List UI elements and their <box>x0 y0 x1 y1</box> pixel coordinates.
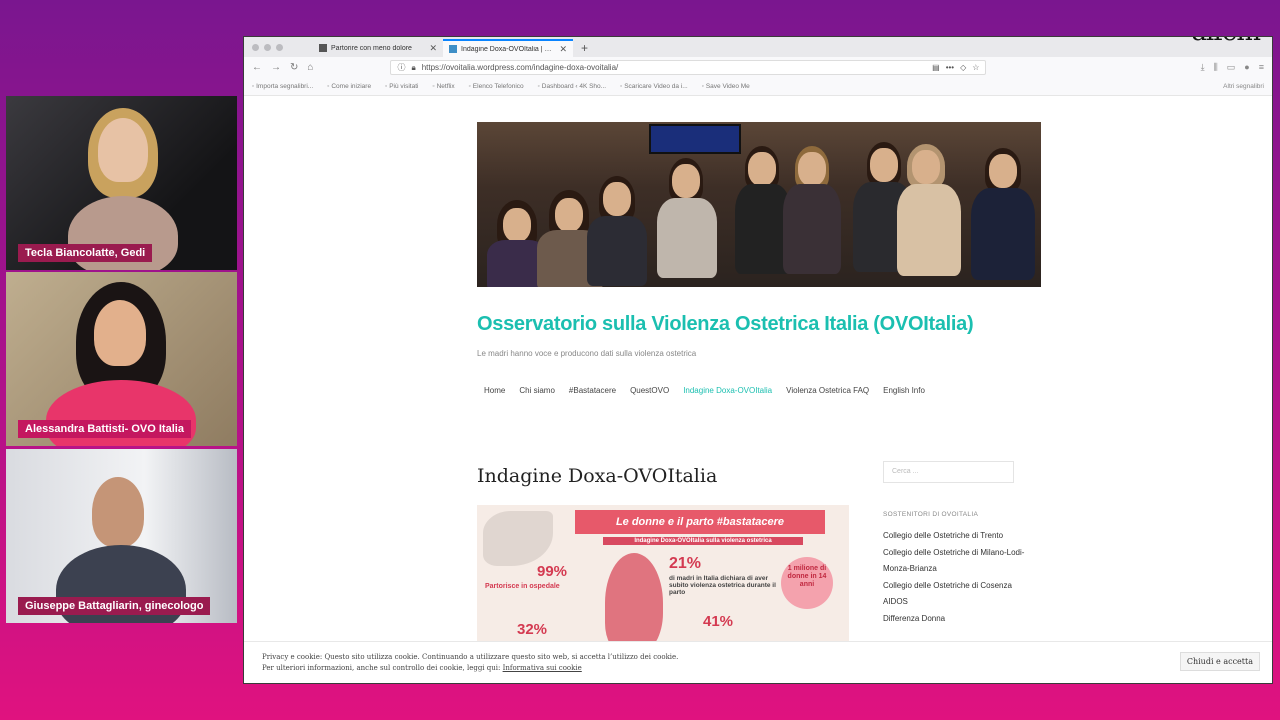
bookmark-item[interactable]: Più visitati <box>385 83 418 90</box>
back-icon[interactable]: ← <box>252 62 262 73</box>
post-title: Indagine Doxa-OVOItalia <box>477 465 718 487</box>
web-page: Osservatorio sulla Violenza Ostetrica It… <box>244 95 1272 683</box>
cookie-policy-link[interactable]: Informativa sui cookie <box>503 664 582 672</box>
tab-bar: Partorire con meno dolore ✕ Indagine Dox… <box>244 37 1272 57</box>
site-tagline: Le madri hanno voce e producono dati sul… <box>477 349 697 358</box>
participant-name-tag: Giuseppe Battagliarin, ginecologo <box>18 597 211 615</box>
page-actions-icon[interactable]: ••• <box>946 63 954 72</box>
supporter-link[interactable]: Collegio delle Ostetriche di Milano-Lodi… <box>883 545 1033 578</box>
sidebar-icon[interactable]: ▭ <box>1227 62 1236 73</box>
bookmarks-bar: Importa segnalibri... Come iniziare Più … <box>244 37 1272 96</box>
video-tile-2: Alessandra Battisti- OVO Italia <box>6 272 237 446</box>
bookmark-item[interactable]: Save Video Me <box>702 83 750 90</box>
toolbar-icons: ⤓ ⫼ ▭ ● ≡ <box>1201 62 1264 73</box>
cookie-line-2: Per ulteriori informazioni, anche sul co… <box>262 663 501 672</box>
tab-indagine[interactable]: Indagine Doxa-OVOItalia | Oss ✕ <box>443 39 573 57</box>
tab-title: Partorire con meno dolore <box>331 44 412 52</box>
menu-item-home[interactable]: Home <box>484 386 505 395</box>
nav-bar: ← → ↻ ⌂ ⓘ 🔒︎ https://ovoitalia.wordpress… <box>244 57 1272 78</box>
stat-41: 41% <box>703 613 734 630</box>
menu-item-faq[interactable]: Violenza Ostetrica FAQ <box>786 386 869 395</box>
stat-99-label: Partorisce in ospedale <box>485 583 560 590</box>
address-bar[interactable]: ⓘ 🔒︎ https://ovoitalia.wordpress.com/ind… <box>390 60 987 75</box>
close-tab-icon[interactable]: ✕ <box>429 43 437 54</box>
tab-partorire[interactable]: Partorire con meno dolore ✕ <box>313 39 443 57</box>
bookmark-item[interactable]: Elenco Telefonico <box>469 83 524 90</box>
main-menu: Home Chi siamo #Bastatacere QuestOVO Ind… <box>484 386 925 395</box>
menu-item-bastatacere[interactable]: #Bastatacere <box>569 386 616 395</box>
library-icon[interactable]: ⫼ <box>1214 62 1218 73</box>
other-bookmarks[interactable]: Altri segnalibri <box>1223 83 1264 90</box>
cookie-banner: Privacy e cookie: Questo sito utilizza c… <box>244 641 1272 683</box>
menu-item-chi-siamo[interactable]: Chi siamo <box>519 386 555 395</box>
reload-icon[interactable]: ↻ <box>290 62 298 73</box>
infographic-subtitle: Indagine Doxa-OVOItalia sulla violenza o… <box>603 537 803 545</box>
supporter-link[interactable]: Differenza Donna <box>883 611 1033 628</box>
pregnant-woman-icon <box>605 553 663 653</box>
supporter-link[interactable]: AIDOS <box>883 594 1033 611</box>
accept-cookies-button[interactable]: Chiudi e accetta <box>1179 652 1260 671</box>
cookie-line-1: Privacy e cookie: Questo sito utilizza c… <box>262 653 679 661</box>
alfem-logo: alfem <box>1192 37 1261 47</box>
wordpress-favicon-icon <box>449 45 457 53</box>
downloads-icon[interactable]: ⤓ <box>1201 62 1205 73</box>
info-icon[interactable]: ⓘ <box>397 62 405 73</box>
stat-21: 21% <box>669 555 702 572</box>
stat-32: 32% <box>517 621 548 638</box>
italy-map-icon <box>483 511 553 566</box>
search-input[interactable]: Cerca ... <box>883 461 1014 483</box>
infographic-banner: Le donne e il parto #bastatacere <box>575 510 825 534</box>
video-tile-3: Giuseppe Battagliarin, ginecologo <box>6 449 237 623</box>
cookie-text: Privacy e cookie: Questo sito utilizza c… <box>262 652 678 673</box>
header-image <box>477 122 1041 287</box>
forward-icon[interactable]: → <box>271 62 281 73</box>
video-tile-1: Tecla Biancolatte, Gedi <box>6 96 237 270</box>
bookmark-star-icon[interactable]: ☆ <box>972 63 979 72</box>
stat-99: 99% <box>537 563 568 580</box>
participant-name-tag: Tecla Biancolatte, Gedi <box>18 244 153 262</box>
participant-face <box>98 118 148 182</box>
home-icon[interactable]: ⌂ <box>307 62 313 73</box>
tab-title: Indagine Doxa-OVOItalia | Oss <box>461 45 556 53</box>
participant-face <box>94 300 146 366</box>
stat-million: 1 milione di donne in 14 anni <box>781 557 833 609</box>
close-tab-icon[interactable]: ✕ <box>559 44 567 55</box>
participant-face <box>92 477 144 547</box>
stat-21-label: di madri in Italia dichiara di aver subi… <box>669 575 776 596</box>
site-favicon-icon <box>319 44 327 52</box>
bookmark-item[interactable]: Scaricare Video da i... <box>620 83 687 90</box>
bookmark-item[interactable]: Netflix <box>432 83 455 90</box>
supporter-link[interactable]: Collegio delle Ostetriche di Cosenza <box>883 578 1033 595</box>
bookmark-item[interactable]: Come iniziare <box>327 83 371 90</box>
lock-icon: 🔒︎ <box>411 62 416 72</box>
supporters-list: Collegio delle Ostetriche di Trento Coll… <box>883 528 1033 628</box>
url-text: https://ovoitalia.wordpress.com/indagine… <box>421 63 619 72</box>
menu-item-questovo[interactable]: QuestOVO <box>630 386 669 395</box>
site-title[interactable]: Osservatorio sulla Violenza Ostetrica It… <box>477 313 974 336</box>
tv-screen <box>649 124 741 154</box>
supporter-link[interactable]: Collegio delle Ostetriche di Trento <box>883 528 1033 545</box>
bookmark-item[interactable]: Importa segnalibri... <box>252 83 313 90</box>
participant-name-tag: Alessandra Battisti- OVO Italia <box>18 420 191 438</box>
menu-icon[interactable]: ≡ <box>1259 62 1264 73</box>
window-controls[interactable] <box>244 44 291 57</box>
pocket-icon[interactable]: ◇ <box>960 63 966 72</box>
extension-icon[interactable]: ● <box>1244 62 1249 73</box>
reader-view-icon[interactable]: ▤ <box>932 63 940 72</box>
bookmark-item[interactable]: Dashboard ‹ 4K Sho... <box>538 83 606 90</box>
new-tab-icon[interactable]: + <box>573 41 596 57</box>
menu-item-indagine[interactable]: Indagine Doxa-OVOItalia <box>683 386 772 395</box>
widget-title: Sostenitori di OVOItalia <box>883 511 979 518</box>
menu-item-english[interactable]: English Info <box>883 386 925 395</box>
browser-window: Partorire con meno dolore ✕ Indagine Dox… <box>243 36 1273 684</box>
